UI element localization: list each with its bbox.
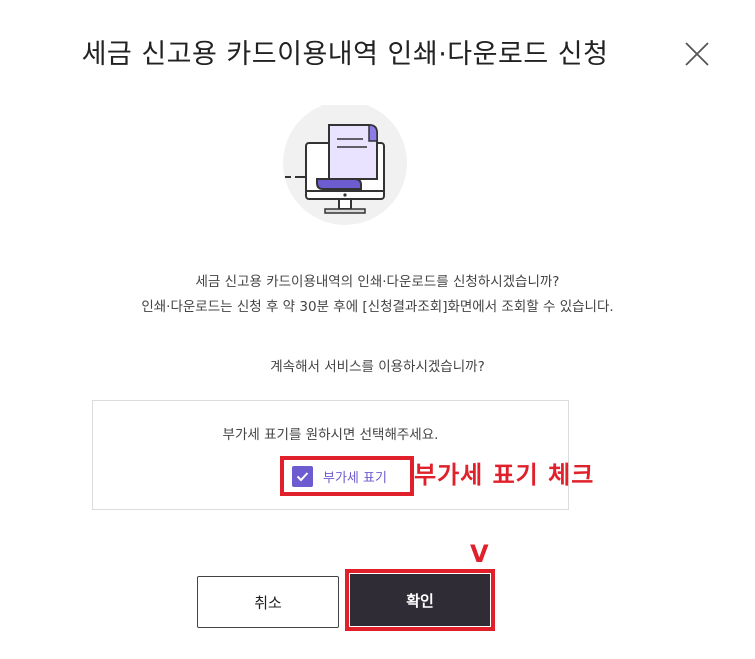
dialog-title: 세금 신고용 카드이용내역 인쇄·다운로드 신청	[81, 39, 609, 70]
cancel-button[interactable]: 취소	[197, 576, 339, 628]
description-line-1: 세금 신고용 카드이용내역의 인쇄·다운로드를 신청하시겠습니까?	[195, 274, 560, 290]
close-icon	[685, 42, 709, 66]
vat-checkbox-label: 부가세 표기	[323, 470, 387, 486]
confirm-question: 계속해서 서비스를 이용하시겠습니까?	[270, 359, 485, 375]
confirm-button[interactable]: 확인	[350, 574, 490, 626]
close-button[interactable]	[683, 40, 711, 68]
vat-checkbox-option[interactable]: 부가세 표기	[280, 456, 414, 496]
vat-checkbox[interactable]	[292, 465, 313, 487]
vat-annotation-note: 부가세 표기 체크	[414, 461, 595, 489]
monitor-document-icon	[277, 101, 417, 225]
vat-prompt: 부가세 표기를 원하시면 선택해주세요.	[222, 427, 439, 443]
confirm-annotation-mark: V	[470, 540, 489, 568]
description-line-2: 인쇄·다운로드는 신청 후 약 30분 후에 [신청결과조회]화면에서 조회할 …	[141, 299, 614, 315]
check-icon	[296, 471, 309, 481]
